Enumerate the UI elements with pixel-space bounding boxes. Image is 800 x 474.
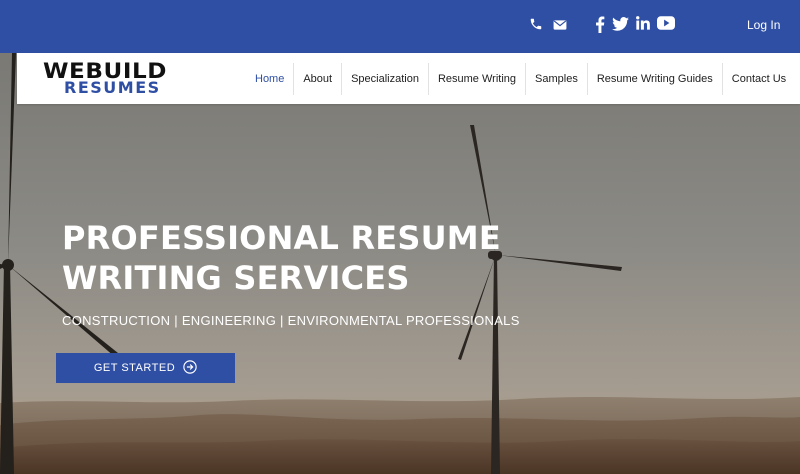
hero-headline-line1: PROFESSIONAL RESUME — [62, 219, 501, 257]
logo[interactable]: WEBUILD RESUMES — [43, 60, 199, 98]
login-link[interactable]: Log In — [747, 18, 780, 32]
top-utility-bar: Log In — [0, 0, 800, 53]
nav-item-resume-writing[interactable]: Resume Writing — [427, 63, 525, 95]
logo-line2: RESUMES — [64, 78, 161, 97]
hero-headline: PROFESSIONAL RESUME WRITING SERVICES — [62, 218, 532, 298]
nav-item-samples[interactable]: Samples — [525, 63, 587, 95]
linkedin-icon[interactable] — [636, 16, 650, 35]
youtube-icon[interactable] — [657, 16, 675, 35]
twitter-icon[interactable] — [612, 17, 629, 36]
get-started-button[interactable]: GET STARTED — [56, 353, 235, 383]
main-navbar: WEBUILD RESUMES Home About Specializatio… — [17, 53, 800, 104]
nav-item-resume-writing-guides[interactable]: Resume Writing Guides — [586, 63, 722, 95]
nav-item-home[interactable]: Home — [246, 63, 293, 95]
hero-subheadline: CONSTRUCTION | ENGINEERING | ENVIRONMENT… — [62, 313, 520, 328]
email-icon[interactable] — [553, 18, 567, 36]
hero-headline-line2: WRITING SERVICES — [62, 259, 410, 297]
get-started-label: GET STARTED — [93, 362, 176, 374]
nav-item-contact-us[interactable]: Contact Us — [721, 63, 795, 95]
nav-menu: Home About Specialization Resume Writing… — [246, 63, 795, 95]
facebook-icon[interactable] — [595, 16, 605, 38]
phone-icon[interactable] — [529, 17, 543, 36]
arrow-circle-right-icon — [183, 359, 197, 377]
nav-item-about[interactable]: About — [293, 63, 341, 95]
nav-item-specialization[interactable]: Specialization — [341, 63, 428, 95]
